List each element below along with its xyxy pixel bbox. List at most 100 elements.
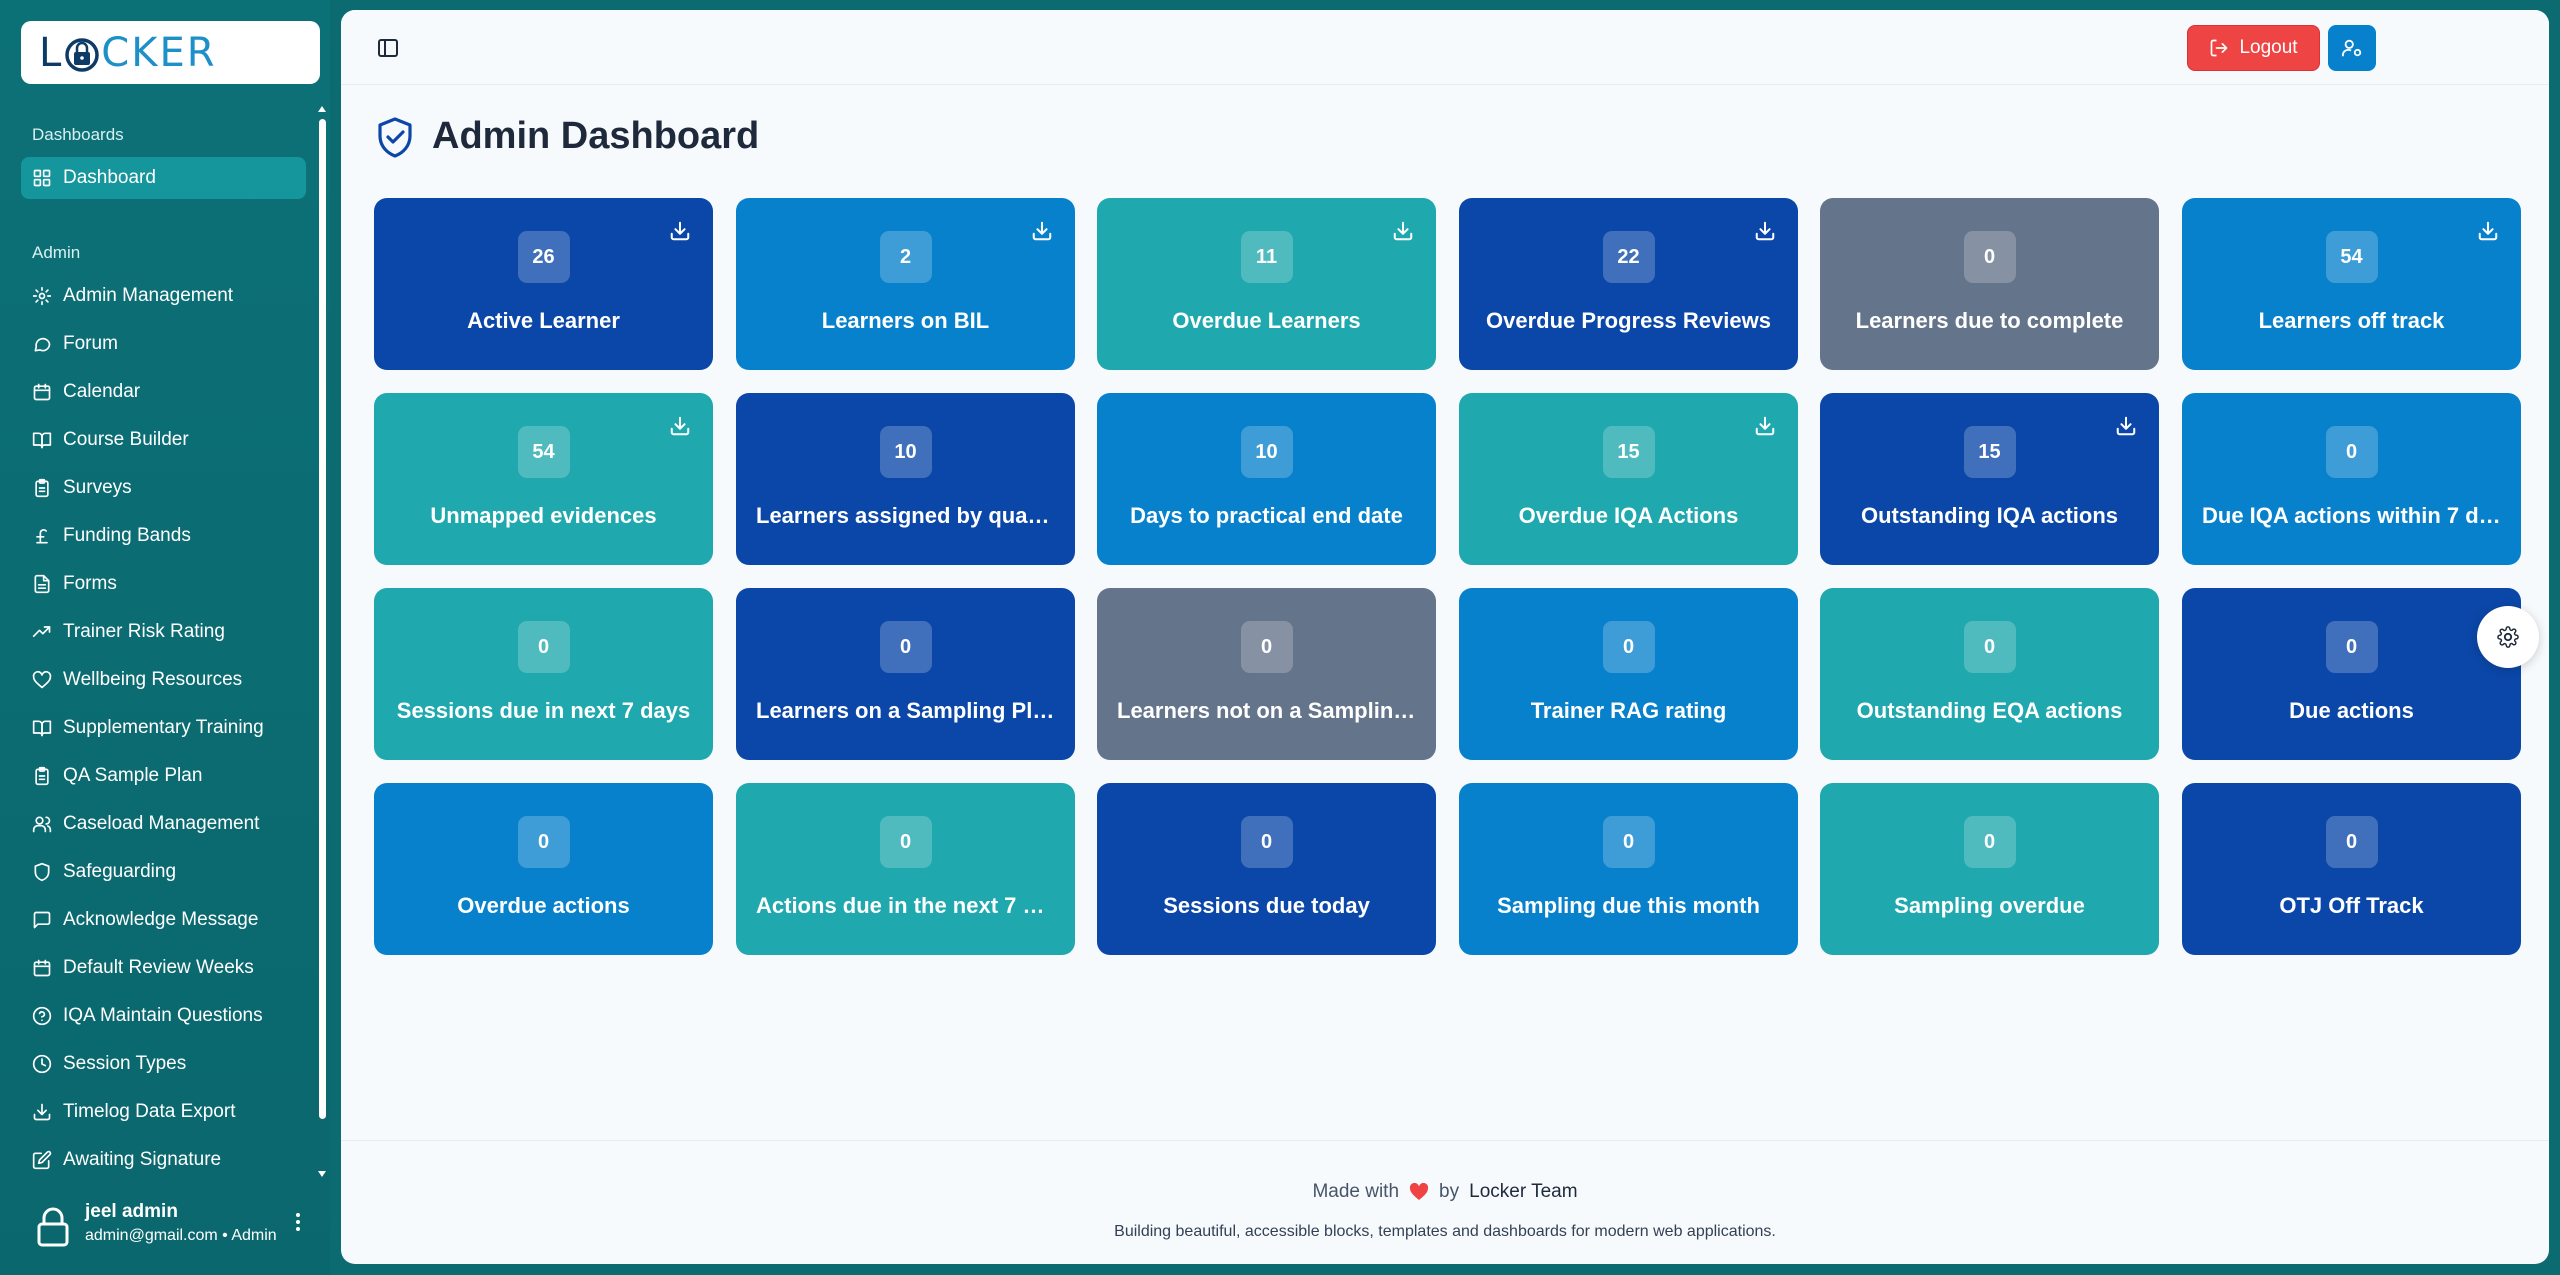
stat-count: 0: [1963, 231, 2016, 283]
sidebar-item-dashboard[interactable]: Dashboard: [21, 157, 306, 199]
more-vertical-icon[interactable]: [288, 1210, 308, 1234]
section-label-admin: Admin: [32, 243, 81, 262]
logo[interactable]: L CKER: [21, 21, 320, 84]
lock-avatar-icon: [37, 1207, 69, 1247]
sidebar-item-timelog-data-export[interactable]: Timelog Data Export: [21, 1091, 306, 1133]
sidebar-item-trainer-risk-rating[interactable]: Trainer Risk Rating: [21, 611, 306, 653]
user-profile[interactable]: jeel admin admin@gmail.com • Admin: [0, 1185, 330, 1275]
stat-label: Learners off track: [2258, 308, 2445, 333]
sidebar-item-session-types[interactable]: Session Types: [21, 1043, 306, 1085]
logout-button[interactable]: Logout: [2187, 25, 2320, 71]
sidebar-item-default-review-weeks[interactable]: Default Review Weeks: [21, 947, 306, 989]
stat-label: Sessions due in next 7 days: [396, 698, 691, 723]
message-square-icon: [33, 911, 51, 929]
sidebar-item-awaiting-signature[interactable]: Awaiting Signature: [21, 1139, 306, 1181]
pound-icon: [36, 529, 48, 544]
download-icon[interactable]: [669, 220, 691, 242]
clipboard-icon: [35, 478, 49, 498]
footer-tagline: Building beautiful, accessible blocks, t…: [1114, 1223, 1776, 1240]
stat-card[interactable]: 10 Days to practical end date: [1097, 393, 1436, 565]
scroll-up-arrow-icon[interactable]: [318, 105, 326, 113]
sidebar-item-course-builder[interactable]: Course Builder: [21, 419, 306, 461]
stat-count: 2: [879, 231, 932, 283]
stat-card[interactable]: 0 Overdue actions: [374, 783, 713, 955]
sidebar-item-label: Default Review Weeks: [63, 957, 254, 978]
footer-made-with: Made with: [1312, 1181, 1400, 1202]
trending-up-icon: [32, 626, 51, 637]
pen-square-icon: [32, 1150, 52, 1170]
stat-label: Sessions due today: [1163, 893, 1370, 918]
sidebar-item-calendar[interactable]: Calendar: [21, 371, 306, 413]
stat-count: 15: [1963, 426, 2016, 478]
stat-label: Outstanding IQA actions: [1860, 503, 2119, 528]
stat-label: Learners on a Sampling Plan: [756, 698, 1055, 723]
stat-count: 11: [1240, 231, 1293, 283]
stat-card[interactable]: 22 Overdue Progress Reviews: [1459, 198, 1798, 370]
stat-card[interactable]: 0 Trainer RAG rating: [1459, 588, 1798, 760]
gear-icon: [32, 286, 52, 306]
stat-card[interactable]: 0 Learners not on a Sampling Plan: [1097, 588, 1436, 760]
stat-card[interactable]: 0 Learners due to complete: [1820, 198, 2159, 370]
footer-by: by: [1439, 1181, 1460, 1202]
stat-card[interactable]: 0 Sampling due this month: [1459, 783, 1798, 955]
stat-card[interactable]: 54 Learners off track: [2182, 198, 2521, 370]
stat-card[interactable]: 0 Due actions: [2182, 588, 2521, 760]
clipboard-icon: [35, 766, 49, 786]
stat-card[interactable]: 26 Active Learner: [374, 198, 713, 370]
stat-count: 26: [517, 231, 570, 283]
stat-card[interactable]: 0 Outstanding EQA actions: [1820, 588, 2159, 760]
sidebar-item-caseload-management[interactable]: Caseload Management: [21, 803, 306, 845]
sidebar-item-supplementary-training[interactable]: Supplementary Training: [21, 707, 306, 749]
download-icon[interactable]: [2477, 220, 2499, 242]
stat-card[interactable]: 0 OTJ Off Track: [2182, 783, 2521, 955]
stat-card[interactable]: 0 Sessions due in next 7 days: [374, 588, 713, 760]
download-icon[interactable]: [669, 415, 691, 437]
stat-card[interactable]: 54 Unmapped evidences: [374, 393, 713, 565]
stat-count: 10: [879, 426, 932, 478]
stat-label: Active Learner: [467, 308, 620, 333]
sidebar-item-label: Session Types: [63, 1053, 187, 1074]
sidebar-scrollbar[interactable]: [316, 105, 328, 1180]
stat-card[interactable]: 10 Learners assigned by qualification: [736, 393, 1075, 565]
profile-button[interactable]: [2328, 25, 2376, 71]
sidebar-item-admin-management[interactable]: Admin Management: [21, 275, 306, 317]
stat-card[interactable]: 0 Actions due in the next 7 days: [736, 783, 1075, 955]
sidebar-item-wellbeing-resources[interactable]: Wellbeing Resources: [21, 659, 306, 701]
scrollbar-thumb[interactable]: [319, 119, 326, 1119]
stat-card[interactable]: 0 Learners on a Sampling Plan: [736, 588, 1075, 760]
download-icon[interactable]: [1754, 220, 1776, 242]
footer-team-link[interactable]: Locker Team: [1469, 1181, 1577, 1203]
sidebar-item-acknowledge-message[interactable]: Acknowledge Message: [21, 899, 306, 941]
sidebar-item-label: Dashboard: [63, 167, 156, 188]
download-icon[interactable]: [2115, 415, 2137, 437]
sidebar-item-label: Calendar: [63, 381, 141, 402]
stat-label: Overdue Learners: [1172, 308, 1361, 333]
stat-card[interactable]: 0 Sampling overdue: [1820, 783, 2159, 955]
help-circle-icon: [32, 1006, 52, 1026]
stat-count: 22: [1602, 231, 1655, 283]
stat-card[interactable]: 0 Due IQA actions within 7 days: [2182, 393, 2521, 565]
sidebar-item-label: Timelog Data Export: [63, 1101, 236, 1122]
download-icon[interactable]: [1031, 220, 1053, 242]
sidebar-item-safeguarding[interactable]: Safeguarding: [21, 851, 306, 893]
settings-button[interactable]: [2477, 606, 2539, 668]
sidebar-item-iqa-maintain-questions[interactable]: IQA Maintain Questions: [21, 995, 306, 1037]
sidebar-item-funding-bands[interactable]: Funding Bands: [21, 515, 306, 557]
download-icon[interactable]: [1754, 415, 1776, 437]
scroll-down-arrow-icon[interactable]: [318, 1170, 326, 1178]
sidebar-item-forms[interactable]: Forms: [21, 563, 306, 605]
sidebar-item-qa-sample-plan[interactable]: QA Sample Plan: [21, 755, 306, 797]
stat-card[interactable]: 15 Overdue IQA Actions: [1459, 393, 1798, 565]
stat-count: 0: [879, 816, 932, 868]
sidebar-toggle-icon[interactable]: [376, 36, 400, 60]
stat-card[interactable]: 11 Overdue Learners: [1097, 198, 1436, 370]
logo-letters-cker: CKER: [101, 29, 217, 76]
sidebar-item-forum[interactable]: Forum: [21, 323, 306, 365]
stat-card[interactable]: 0 Sessions due today: [1097, 783, 1436, 955]
stat-card[interactable]: 2 Learners on BIL: [736, 198, 1075, 370]
sidebar-item-surveys[interactable]: Surveys: [21, 467, 306, 509]
sidebar: L CKER Dashboards Admin Dashboard Admin M…: [0, 0, 330, 1275]
stat-card[interactable]: 15 Outstanding IQA actions: [1820, 393, 2159, 565]
stat-label: Learners assigned by qualification: [756, 503, 1055, 528]
download-icon[interactable]: [1392, 220, 1414, 242]
